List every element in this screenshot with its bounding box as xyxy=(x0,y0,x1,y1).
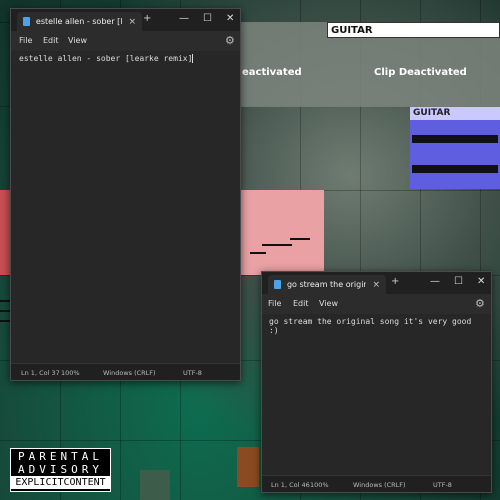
status-line-ending: Windows (CRLF) xyxy=(353,481,406,489)
notepad-window-2: go stream the original song × + — ☐ ✕ Fi… xyxy=(261,271,492,493)
clip-block xyxy=(237,447,259,487)
menu-bar: File Edit View ⚙ xyxy=(11,31,240,51)
title-bar[interactable]: estelle allen - sober [learke × + — ☐ ✕ xyxy=(11,9,240,31)
text-caret xyxy=(192,54,194,63)
notepad-icon xyxy=(23,17,30,26)
parental-advisory-label: PARENTAL ADVISORY EXPLICITCONTENT xyxy=(10,448,111,492)
document-tab[interactable]: go stream the original song × xyxy=(268,275,386,294)
close-button[interactable]: ✕ xyxy=(477,276,485,287)
status-position: Ln 1, Col 37 xyxy=(21,369,60,377)
status-zoom: 100% xyxy=(61,369,80,377)
settings-gear-icon[interactable]: ⚙ xyxy=(225,34,235,47)
tab-title: go stream the original song xyxy=(286,280,367,289)
text-editor[interactable]: estelle allen - sober [learke remix] xyxy=(11,51,240,364)
midi-note xyxy=(290,238,310,240)
editor-text: estelle allen - sober [learke remix] xyxy=(19,54,193,63)
minimize-button[interactable]: — xyxy=(430,276,440,287)
new-tab-button[interactable]: + xyxy=(143,13,151,24)
guitar-audio-clip-label: GUITAR xyxy=(410,107,500,120)
maximize-button[interactable]: ☐ xyxy=(454,276,463,287)
menu-edit[interactable]: Edit xyxy=(293,299,309,308)
midi-clip[interactable] xyxy=(240,190,324,275)
status-bar: Ln 1, Col 46 100% Windows (CRLF) UTF-8 xyxy=(262,475,491,492)
tab-title: estelle allen - sober [learke xyxy=(35,17,123,26)
menu-file[interactable]: File xyxy=(268,299,281,308)
document-tab[interactable]: estelle allen - sober [learke × xyxy=(17,12,142,31)
menu-edit[interactable]: Edit xyxy=(43,36,59,45)
midi-note xyxy=(262,244,292,246)
clip-deactivated-label: Clip Deactivated xyxy=(374,67,467,78)
midi-note xyxy=(0,300,10,302)
editor-text: go stream the original song it's very go… xyxy=(269,317,472,335)
status-encoding: UTF-8 xyxy=(433,481,452,489)
midi-note xyxy=(0,320,10,322)
status-zoom: 100% xyxy=(310,481,329,489)
close-button[interactable]: ✕ xyxy=(226,13,234,24)
advisory-line-2: ADVISORY xyxy=(18,463,103,476)
guitar-audio-clip[interactable]: GUITAR xyxy=(410,107,500,189)
notepad-icon xyxy=(274,280,281,289)
maximize-button[interactable]: ☐ xyxy=(203,13,212,24)
status-line-ending: Windows (CRLF) xyxy=(103,369,156,377)
advisory-line-3: EXPLICITCONTENT xyxy=(11,476,110,489)
status-position: Ln 1, Col 46 xyxy=(271,481,310,489)
guitar-clip-header[interactable]: GUITAR xyxy=(327,22,500,38)
clip-deactivated-label: eactivated xyxy=(242,67,302,78)
menu-file[interactable]: File xyxy=(19,36,32,45)
tab-close-icon[interactable]: × xyxy=(128,17,136,27)
minimize-button[interactable]: — xyxy=(179,13,189,24)
guitar-clip-label: GUITAR xyxy=(331,25,373,36)
status-bar: Ln 1, Col 37 100% Windows (CRLF) UTF-8 xyxy=(11,363,240,380)
menu-view[interactable]: View xyxy=(68,36,87,45)
midi-note xyxy=(0,310,10,312)
advisory-line-1: PARENTAL xyxy=(18,450,103,463)
tab-close-icon[interactable]: × xyxy=(372,280,380,290)
clip-block xyxy=(140,470,170,500)
waveform xyxy=(412,135,498,143)
notepad-window-1: estelle allen - sober [learke × + — ☐ ✕ … xyxy=(10,8,241,381)
title-bar[interactable]: go stream the original song × + — ☐ ✕ xyxy=(262,272,491,294)
settings-gear-icon[interactable]: ⚙ xyxy=(475,297,485,310)
midi-note xyxy=(250,252,266,254)
status-encoding: UTF-8 xyxy=(183,369,202,377)
menu-bar: File Edit View ⚙ xyxy=(262,294,491,314)
new-tab-button[interactable]: + xyxy=(391,276,399,287)
waveform xyxy=(412,165,498,173)
menu-view[interactable]: View xyxy=(319,299,338,308)
text-editor[interactable]: go stream the original song it's very go… xyxy=(262,314,491,476)
